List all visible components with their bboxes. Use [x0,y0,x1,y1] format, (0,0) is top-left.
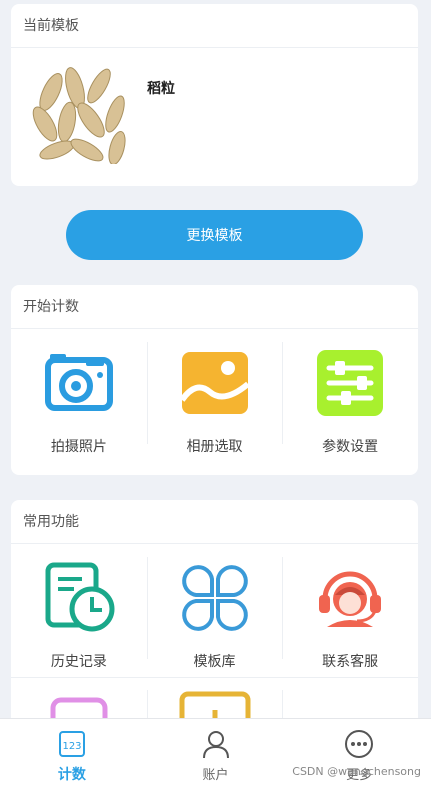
customer-service-icon [319,571,382,627]
more-icon [345,730,374,758]
history-button[interactable]: 历史记录 [11,545,147,671]
rice-grain-image [29,66,127,164]
start-count-card: 开始计数 拍摄照片 相册选取 参数设置 [11,285,418,475]
template-library-button[interactable]: 模板库 [146,545,283,671]
parameter-settings-label: 参数设置 [322,439,379,455]
common-functions-header: 常用功能 [11,500,418,544]
customer-service-button[interactable]: 联系客服 [282,545,418,671]
parameter-settings-button[interactable]: 参数设置 [282,330,418,456]
history-icon [45,562,115,632]
gallery-pick-button[interactable]: 相册选取 [146,330,283,456]
gallery-icon [179,352,250,414]
tab-count[interactable]: 123 计数 [0,719,144,788]
current-template-header: 当前模板 [11,4,418,48]
camera-icon [44,354,113,411]
template-name: 稻粒 [147,81,175,97]
customer-service-label: 联系客服 [322,654,379,670]
take-photo-button[interactable]: 拍摄照片 [11,330,147,456]
template-library-icon [181,565,248,631]
change-template-button[interactable]: 更换模板 [66,210,363,260]
tab-account[interactable]: 账户 [144,719,288,788]
gallery-pick-label: 相册选取 [186,439,243,455]
tab-count-label: 计数 [57,767,86,783]
start-count-header: 开始计数 [11,285,418,329]
csdn-watermark: CSDN @wangchensong [292,765,421,778]
template-library-label: 模板库 [193,654,236,670]
svg-text:123: 123 [62,741,81,752]
counter-icon: 123 [58,731,85,757]
history-label: 历史记录 [50,654,107,670]
tab-account-label: 账户 [202,768,229,783]
sliders-icon [317,350,384,416]
user-icon [202,731,229,759]
current-template-card: 当前模板 稻粒 [11,4,418,186]
take-photo-label: 拍摄照片 [50,439,107,455]
